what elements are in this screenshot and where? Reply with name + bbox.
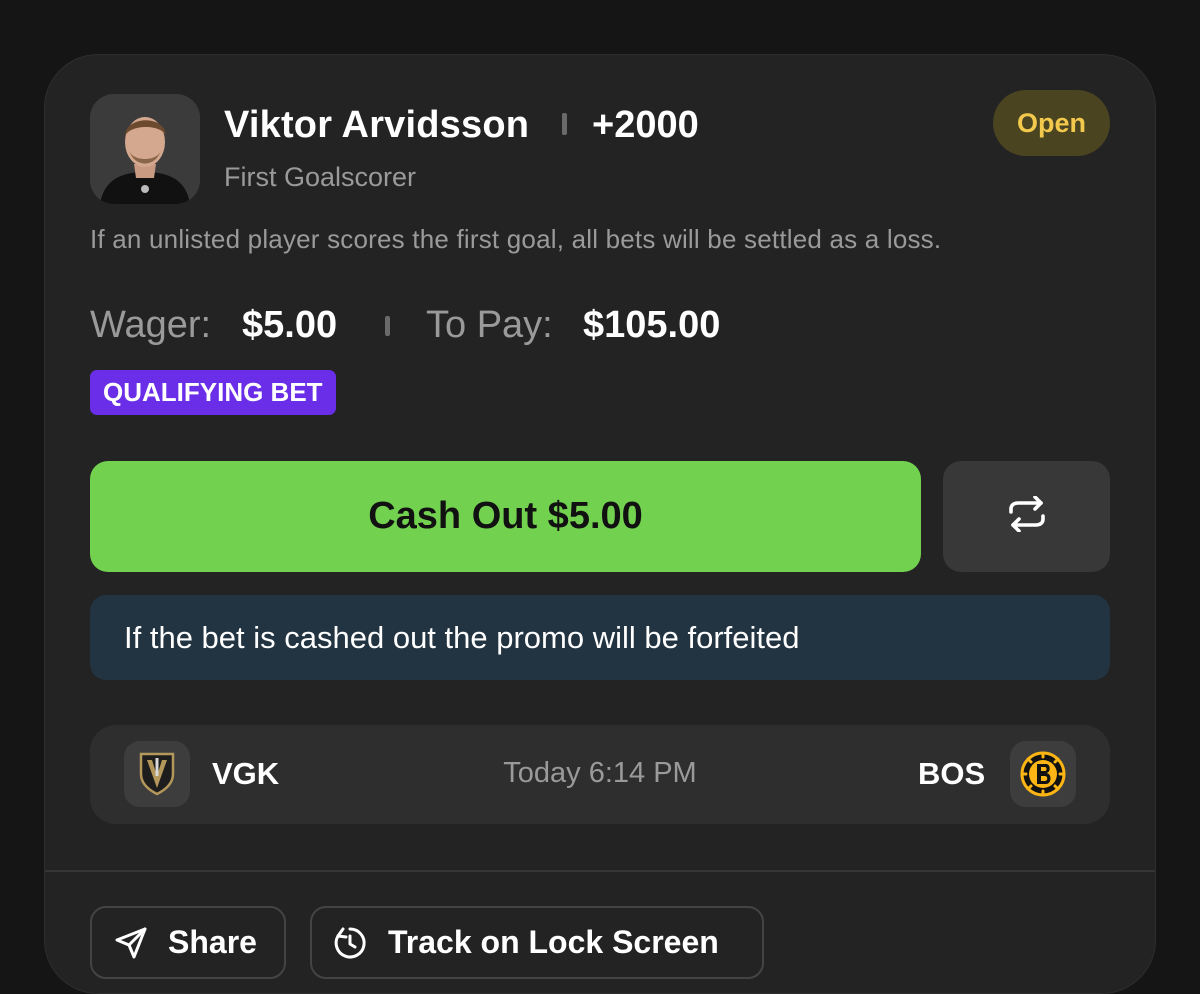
odds-divider — [562, 113, 567, 135]
swap-bet-button[interactable] — [943, 461, 1110, 572]
bet-disclaimer: If an unlisted player scores the first g… — [90, 224, 942, 254]
to-pay-value: $105.00 — [583, 304, 721, 346]
market-label: First Goalscorer — [224, 162, 417, 192]
track-lock-screen-button[interactable]: Track on Lock Screen — [310, 906, 764, 979]
share-button[interactable]: Share — [90, 906, 286, 979]
away-team-abbr: BOS — [918, 756, 986, 791]
repeat-icon — [1007, 495, 1047, 537]
send-icon — [114, 926, 148, 960]
footer-divider — [45, 870, 1155, 872]
player-avatar — [90, 94, 200, 204]
odds-value: +2000 — [592, 104, 699, 146]
wager-label: Wager: — [90, 304, 212, 346]
status-badge: Open — [993, 90, 1110, 156]
wager-value: $5.00 — [242, 304, 338, 346]
game-matchup[interactable]: VGK Today 6:14 PM BOS — [90, 725, 1110, 824]
clock-icon — [332, 925, 368, 961]
wager-divider — [385, 316, 390, 336]
player-name: Viktor Arvidsson — [224, 104, 530, 146]
promo-warning-banner: If the bet is cashed out the promo will … — [90, 595, 1110, 680]
track-label: Track on Lock Screen — [388, 924, 719, 960]
share-label: Share — [168, 924, 257, 960]
qualifying-bet-tag: QUALIFYING BET — [90, 370, 336, 415]
promo-warning-text: If the bet is cashed out the promo will … — [124, 619, 800, 655]
cash-out-button[interactable]: Cash Out $5.00 — [90, 461, 921, 572]
bos-logo-icon — [1010, 741, 1076, 807]
to-pay-label: To Pay: — [426, 304, 553, 346]
